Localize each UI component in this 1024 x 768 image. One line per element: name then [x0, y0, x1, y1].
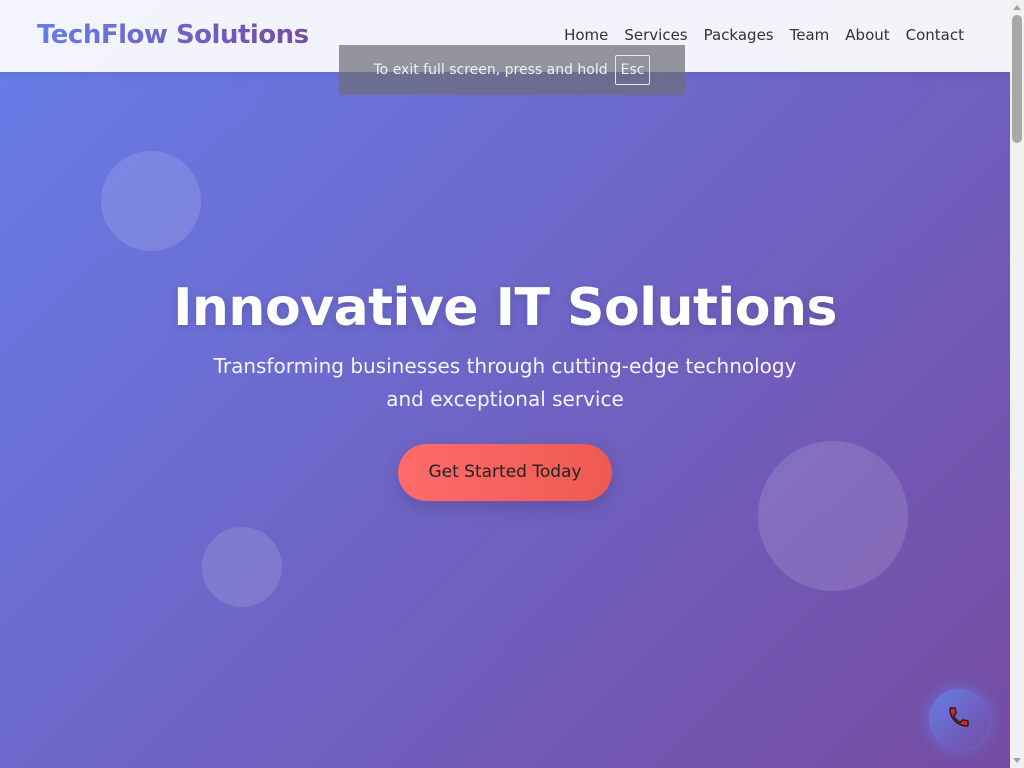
scroll-down-arrow-icon[interactable]	[1013, 758, 1021, 763]
scroll-up-arrow-icon[interactable]	[1013, 5, 1021, 10]
esc-key-badge: Esc	[614, 55, 651, 85]
decorative-circle	[101, 151, 201, 251]
nav-packages[interactable]: Packages	[704, 26, 774, 44]
fullscreen-exit-notice: To exit full screen, press and hold Esc	[339, 45, 685, 95]
page-scrollbar[interactable]	[1010, 0, 1024, 768]
hero-title: Innovative IT Solutions	[173, 278, 837, 338]
hero-section: Innovative IT Solutions Transforming bus…	[0, 0, 1010, 768]
decorative-circle	[202, 527, 282, 607]
hero-subtitle: Transforming businesses through cutting-…	[213, 354, 797, 411]
phone-icon	[947, 705, 971, 733]
nav-contact[interactable]: Contact	[906, 26, 964, 44]
nav-about[interactable]: About	[845, 26, 889, 44]
scrollbar-thumb[interactable]	[1012, 15, 1022, 143]
nav-home[interactable]: Home	[564, 26, 608, 44]
floating-call-button[interactable]	[929, 689, 989, 749]
get-started-button[interactable]: Get Started Today	[398, 444, 612, 501]
nav-services[interactable]: Services	[624, 26, 687, 44]
site-logo[interactable]: TechFlow Solutions	[37, 20, 309, 50]
fullscreen-notice-text: To exit full screen, press and hold	[373, 62, 608, 78]
nav-team[interactable]: Team	[790, 26, 830, 44]
main-nav: Home Services Packages Team About Contac…	[564, 26, 964, 44]
hero-content: Innovative IT Solutions Transforming bus…	[0, 278, 1010, 501]
